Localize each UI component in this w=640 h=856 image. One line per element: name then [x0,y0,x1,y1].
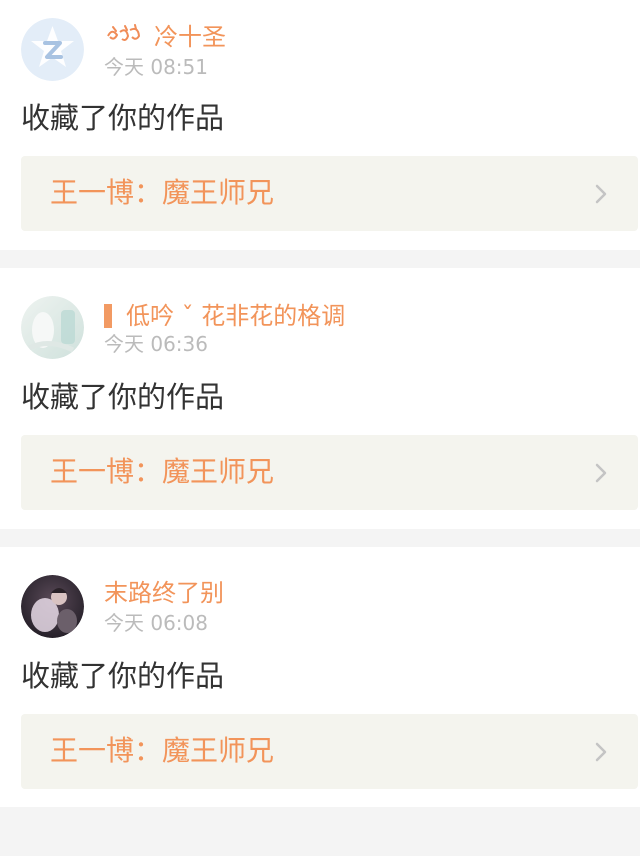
timestamp: 今天 06:08 [104,611,208,635]
work-title: 王一博：魔王师兄 [50,734,275,767]
username-text: 低吟 ˇ 花非花的格调 [126,302,346,330]
work-link[interactable]: 王一博：魔王师兄 [21,435,638,510]
username-link[interactable]: 冷十圣 [104,22,226,53]
chevron-right-icon [595,742,607,762]
work-title: 王一博：魔王师兄 [50,176,275,209]
user-avatar-image [21,296,84,359]
username-link[interactable]: 低吟 ˇ 花非花的格调 [104,301,345,331]
avatar[interactable] [21,296,84,359]
timestamp: 今天 08:51 [104,55,208,79]
avatar[interactable] [21,575,84,638]
bar-badge-icon [104,304,112,328]
username-text: 冷十圣 [154,23,226,51]
user-avatar-image [21,575,84,638]
notification-card: 低吟 ˇ 花非花的格调 今天 06:36 收藏了你的作品 王一博：魔王师兄 [0,268,640,529]
username-text: 末路终了别 [104,579,224,607]
work-link[interactable]: 王一博：魔王师兄 [21,156,638,231]
action-text: 收藏了你的作品 [21,380,225,414]
action-text: 收藏了你的作品 [21,659,225,693]
notification-card: 冷十圣 今天 08:51 收藏了你的作品 王一博：魔王师兄 [0,0,640,250]
username-link[interactable]: 末路终了别 [104,578,224,608]
action-text: 收藏了你的作品 [21,101,225,135]
avatar[interactable] [21,18,84,81]
swirl-badge-icon [104,23,142,53]
notification-card: 末路终了别 今天 06:08 收藏了你的作品 王一博：魔王师兄 [0,547,640,807]
chevron-right-icon [595,184,607,204]
notification-feed: 冷十圣 今天 08:51 收藏了你的作品 王一博：魔王师兄 低吟 ˇ 花非花的格… [0,0,640,856]
work-title: 王一博：魔王师兄 [50,455,275,488]
feed-bottom-spacer [0,807,640,856]
work-link[interactable]: 王一博：魔王师兄 [21,714,638,789]
default-avatar-icon [21,18,84,81]
chevron-right-icon [595,463,607,483]
timestamp: 今天 06:36 [104,332,208,356]
